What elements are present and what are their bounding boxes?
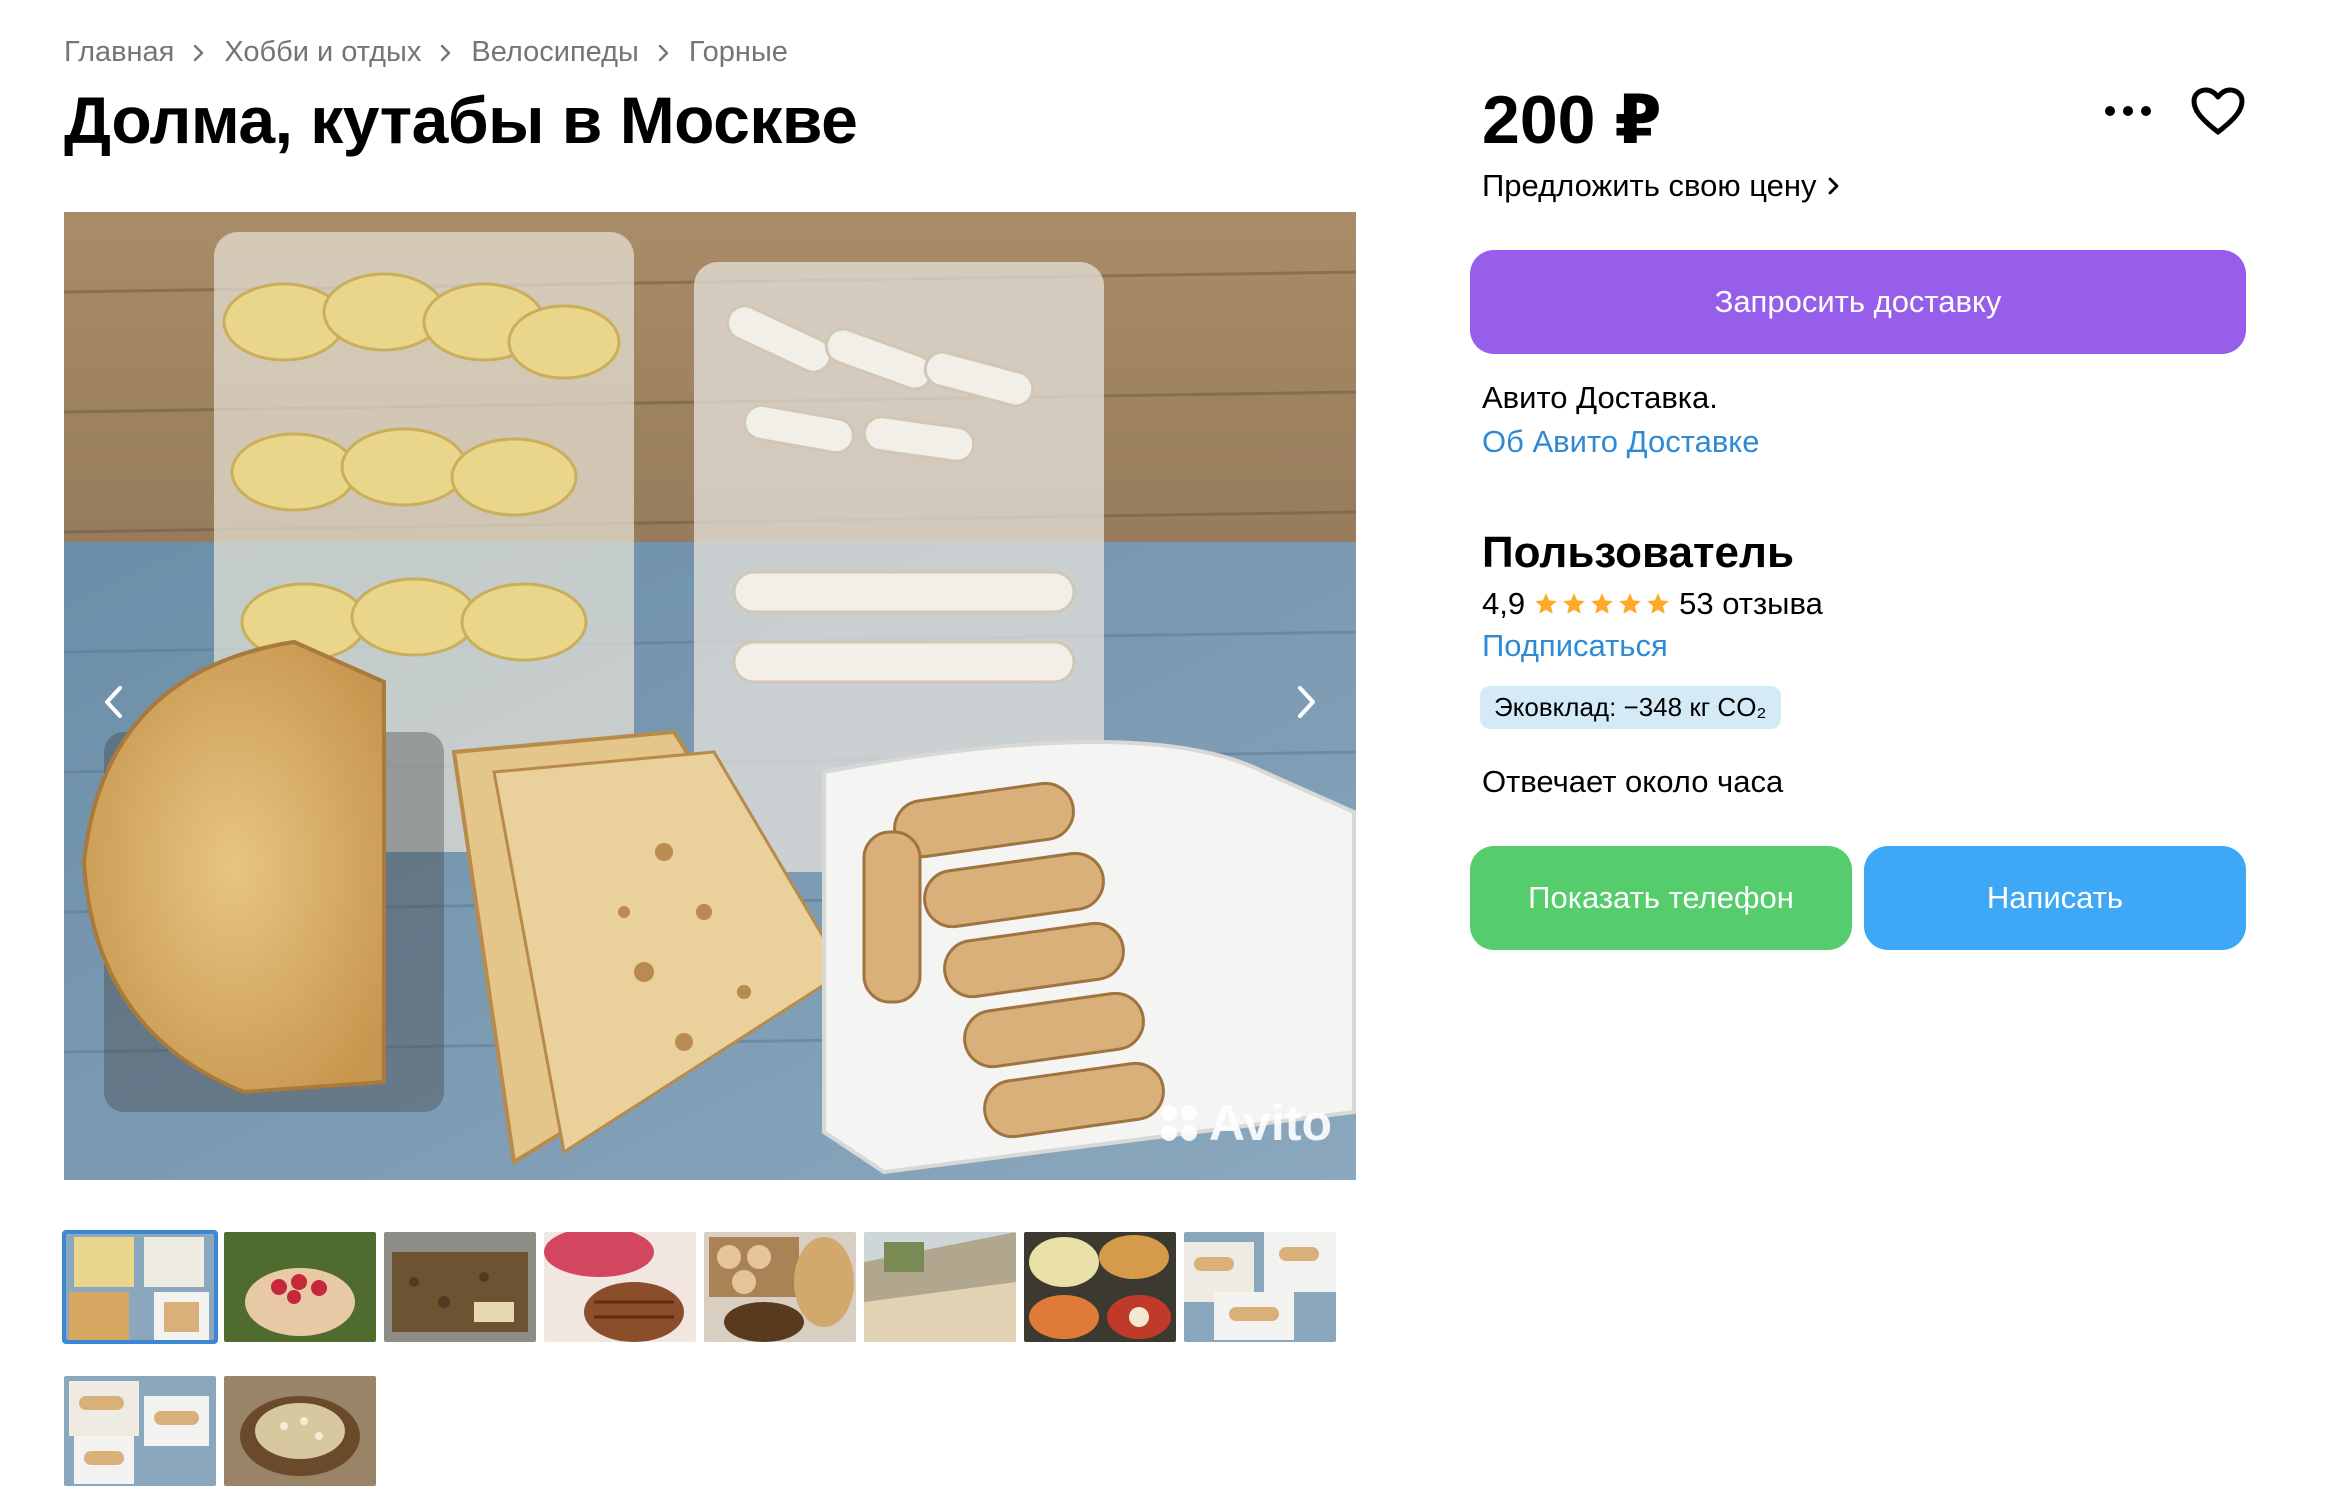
chevron-right-icon — [1298, 686, 1315, 718]
thumbnail-9[interactable] — [64, 1376, 216, 1486]
thumbnail-4[interactable] — [544, 1232, 696, 1342]
main-photo[interactable]: Avito — [64, 212, 1356, 1180]
reviews-link[interactable]: 53 отзыва — [1679, 586, 1823, 622]
breadcrumb-item-hobby[interactable]: Хобби и отдых — [224, 36, 421, 69]
product-photo — [64, 212, 1356, 1180]
price: 200 ₽ — [1482, 82, 1662, 158]
eco-badge[interactable]: Эковклад: −348 кг CO₂ — [1480, 686, 1781, 729]
thumbnail-6[interactable] — [864, 1232, 1016, 1342]
response-time: Отвечает около часа — [1482, 764, 1784, 799]
thumbnail-2[interactable] — [224, 1232, 376, 1342]
thumbnail-7[interactable] — [1024, 1232, 1176, 1342]
watermark-text: Avito — [1208, 1095, 1332, 1151]
delivery-info-link[interactable]: Об Авито Доставке — [1482, 424, 1759, 460]
seller-name[interactable]: Пользователь — [1482, 528, 1794, 578]
thumbnail-5[interactable] — [704, 1232, 856, 1342]
thumbnail-8[interactable] — [1184, 1232, 1336, 1342]
more-dots-icon[interactable] — [2100, 96, 2156, 126]
chevron-right-icon — [657, 42, 671, 64]
thumbnail-3[interactable] — [384, 1232, 536, 1342]
chevron-right-icon — [192, 42, 206, 64]
delivery-text: Авито Доставка. — [1482, 380, 1718, 415]
show-phone-button[interactable]: Показать телефон — [1470, 846, 1852, 950]
rating-stars — [1533, 591, 1671, 617]
thumbnail-1[interactable] — [62, 1230, 218, 1344]
star-icon — [1563, 593, 1585, 614]
avito-watermark: Avito — [1160, 1094, 1332, 1152]
offer-price-label: Предложить свою цену — [1482, 168, 1817, 203]
write-message-button[interactable]: Написать — [1864, 846, 2246, 950]
star-icon — [1647, 593, 1669, 614]
breadcrumb: Главная Хобби и отдых Велосипеды Горные — [64, 36, 788, 69]
star-icon — [1619, 593, 1641, 614]
request-delivery-button[interactable]: Запросить доставку — [1470, 250, 2246, 354]
star-icon — [1535, 593, 1557, 614]
breadcrumb-item-bicycles[interactable]: Велосипеды — [471, 36, 639, 69]
avito-logo-icon — [1160, 1105, 1201, 1141]
thumbnail-10[interactable] — [224, 1376, 376, 1486]
gallery-next-button[interactable] — [1276, 652, 1336, 752]
chevron-left-icon — [105, 686, 122, 718]
gallery-prev-button[interactable] — [84, 652, 144, 752]
subscribe-link[interactable]: Подписаться — [1482, 628, 1668, 664]
seller-rating: 4,9 53 отзыва — [1482, 586, 1823, 622]
page-title: Долма, кутабы в Москве — [64, 83, 858, 157]
heart-icon[interactable] — [2190, 86, 2246, 138]
chevron-right-icon — [1828, 177, 1838, 195]
star-icon — [1591, 593, 1613, 614]
chevron-right-icon — [439, 42, 453, 64]
offer-price-link[interactable]: Предложить свою цену — [1482, 168, 1841, 204]
rating-value: 4,9 — [1482, 586, 1526, 621]
breadcrumb-item-home[interactable]: Главная — [64, 36, 174, 69]
breadcrumb-item-mountain[interactable]: Горные — [689, 36, 788, 69]
